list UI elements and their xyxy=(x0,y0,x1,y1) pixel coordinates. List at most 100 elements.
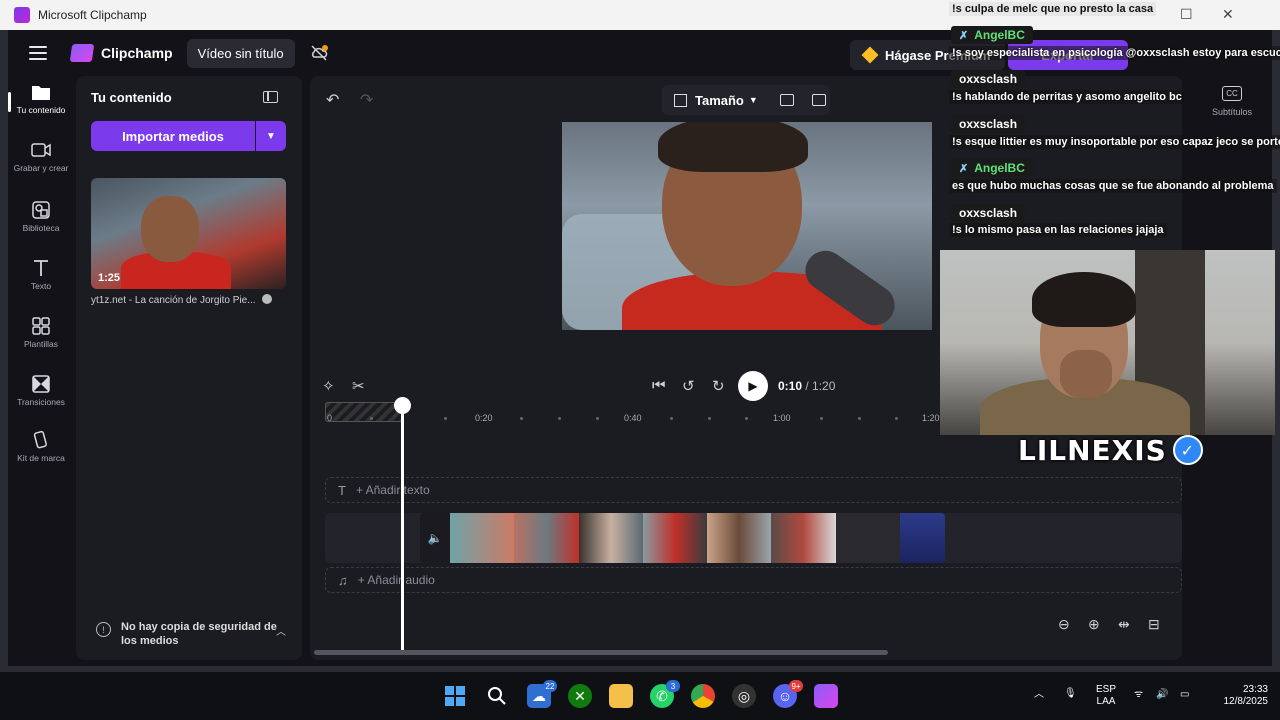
chevron-down-icon: ▼ xyxy=(748,95,758,105)
nav-label: Texto xyxy=(30,281,52,291)
crop-icon xyxy=(674,93,687,107)
clipchamp-brand-icon xyxy=(69,44,95,62)
nav-label: Plantillas xyxy=(23,339,59,349)
transitions-icon xyxy=(31,374,51,394)
media-duration: 1:25 xyxy=(98,272,121,284)
forward-5-icon[interactable]: ↻ xyxy=(712,377,725,395)
wifi-icon[interactable]: ᯤ xyxy=(1134,689,1143,701)
ruler-label: 1:00 xyxy=(773,413,791,423)
music-note-icon: ♫ xyxy=(338,572,348,588)
chevron-up-icon[interactable]: ︿ xyxy=(276,623,286,638)
nav-label: Kit de marca xyxy=(17,453,65,463)
zoom-in-icon[interactable]: ⊕ xyxy=(1088,616,1100,633)
library-icon xyxy=(31,200,51,220)
nav-item-transiciones[interactable]: Transiciones xyxy=(8,374,74,407)
cloud-sync-off-icon[interactable] xyxy=(309,43,329,63)
clipchamp-taskbar-icon[interactable] xyxy=(814,684,838,708)
file-explorer-icon[interactable] xyxy=(609,684,633,708)
streamer-name-overlay: LILNEXIS ✓ xyxy=(1018,433,1203,467)
add-audio-track[interactable]: ♫ + Añadir audio xyxy=(325,567,1182,593)
discord-icon[interactable]: ☺ 9+ xyxy=(773,680,803,708)
diamond-icon xyxy=(861,46,879,64)
nav-label: Tu contenido xyxy=(16,105,66,115)
battery-icon[interactable]: ▭ xyxy=(1180,689,1189,701)
taskbar: ☁ 22 ✕ ✆ 3 ◎ ☺ 9+ ︿ 🎙 ESP LAA ᯤ 🔊 ▭ 23:33 1… xyxy=(0,672,1280,720)
chat-username: oxxsclash xyxy=(951,204,1026,222)
zoom-out-icon[interactable]: ⊖ xyxy=(1058,616,1070,633)
undo-icon[interactable]: ↶ xyxy=(326,90,339,110)
media-filename: yt1z.net - La canción de Jorgito Pie... xyxy=(91,294,291,306)
import-media-button[interactable]: Importar medios xyxy=(91,121,255,151)
windows-start-icon[interactable] xyxy=(443,684,467,708)
chat-message: es que hubo muchas cosas que se fue abon… xyxy=(949,179,1277,193)
scissors-icon[interactable]: ✂ xyxy=(352,377,365,395)
collapse-panel-icon[interactable] xyxy=(263,91,278,103)
video-preview[interactable] xyxy=(562,122,932,330)
widgets-icon[interactable]: ☁ 22 xyxy=(527,680,557,708)
add-text-track[interactable]: T + Añadir texto xyxy=(325,477,1182,503)
panel-title: Tu contenido xyxy=(91,90,172,105)
volume-icon[interactable]: 🔊 xyxy=(1156,689,1168,701)
timeline-view-icon[interactable]: ⊟ xyxy=(1148,616,1160,633)
nav-item-kit-de-marca[interactable]: Kit de marca xyxy=(8,430,74,463)
volume-icon[interactable]: 🔈 xyxy=(420,513,450,563)
templates-icon xyxy=(31,316,51,336)
webcam-overlay xyxy=(940,250,1275,435)
chat-message: !s soy especialista en psicología @oxxsc… xyxy=(949,46,1280,60)
folder-icon xyxy=(31,82,51,102)
fit-timeline-icon[interactable]: ⇹ xyxy=(1118,616,1130,633)
backup-notice[interactable]: ! No hay copia de seguridad de los medio… xyxy=(96,620,286,648)
chevron-up-icon[interactable]: ︿ xyxy=(1034,689,1044,701)
nav-item-tu-contenido[interactable]: Tu contenido xyxy=(8,82,74,115)
text-icon: T xyxy=(338,482,346,498)
clipchamp-logo-icon xyxy=(14,7,30,23)
verified-badge-icon: ✓ xyxy=(1172,435,1203,465)
ruler-label: 1:20 xyxy=(922,413,940,423)
import-dropdown-chevron-icon[interactable]: ▼ xyxy=(256,121,286,151)
picture-in-picture-icon[interactable] xyxy=(779,94,794,106)
menu-icon[interactable] xyxy=(29,46,47,60)
nav-item-texto[interactable]: Texto xyxy=(8,258,74,291)
microphone-icon[interactable]: 🎙 xyxy=(1064,688,1077,700)
clock[interactable]: 23:33 12/8/2025 xyxy=(1208,684,1269,708)
chat-username: oxxsclash xyxy=(951,70,1026,88)
content-panel: Tu contenido Importar medios ▼ 1:25 yt1z… xyxy=(76,76,302,660)
playhead[interactable] xyxy=(394,397,411,650)
magic-edit-icon[interactable]: ✧ xyxy=(322,377,335,395)
project-title-field[interactable]: Vídeo sin título xyxy=(186,38,295,68)
xbox-icon[interactable]: ✕ xyxy=(568,684,592,708)
add-to-frame-icon[interactable] xyxy=(811,94,826,106)
left-nav: Tu contenido Grabar y crear Biblioteca T… xyxy=(8,76,74,666)
stream-chat-overlay: !s culpa de melc que no presto la casa ✗… xyxy=(943,0,1280,248)
search-icon[interactable] xyxy=(485,684,509,708)
nav-label: Biblioteca xyxy=(22,223,60,233)
check-circle-icon xyxy=(262,294,273,304)
nav-item-biblioteca[interactable]: Biblioteca xyxy=(8,200,74,233)
brand-name: Clipchamp xyxy=(101,45,173,61)
play-button[interactable]: ▶ xyxy=(738,371,768,401)
add-audio-label: + Añadir audio xyxy=(357,573,435,587)
text-icon xyxy=(31,258,51,278)
nav-item-grabar[interactable]: Grabar y crear xyxy=(8,140,74,173)
whatsapp-icon[interactable]: ✆ 3 xyxy=(650,680,680,708)
ruler-label: 0:20 xyxy=(475,413,493,423)
nav-item-plantillas[interactable]: Plantillas xyxy=(8,316,74,349)
ruler-label: 0 xyxy=(327,413,333,423)
timeline-scrollbar[interactable] xyxy=(314,650,888,655)
info-icon: ! xyxy=(96,622,111,637)
chat-message: !s culpa de melc que no presto la casa xyxy=(949,2,1157,16)
rewind-5-icon[interactable]: ↺ xyxy=(682,377,695,395)
chrome-icon[interactable] xyxy=(691,684,715,708)
ruler-label: 0:40 xyxy=(624,413,642,423)
skip-to-start-icon[interactable]: ⏮ xyxy=(652,377,666,394)
media-thumbnail[interactable]: 1:25 xyxy=(91,178,286,289)
chat-message: !s lo mismo pasa en las relaciones jajaj… xyxy=(949,223,1167,237)
moderator-icon: ✗ xyxy=(959,162,969,175)
redo-icon[interactable]: ↷ xyxy=(360,90,373,110)
video-clip[interactable]: 🔈 xyxy=(420,513,945,563)
brand-kit-icon xyxy=(31,430,51,450)
size-button[interactable]: Tamaño xyxy=(695,93,744,108)
language-indicator[interactable]: ESP LAA xyxy=(1096,684,1116,708)
chat-message: !s hablando de perritas y asomo angelito… xyxy=(949,90,1185,104)
obs-icon[interactable]: ◎ xyxy=(732,684,756,708)
